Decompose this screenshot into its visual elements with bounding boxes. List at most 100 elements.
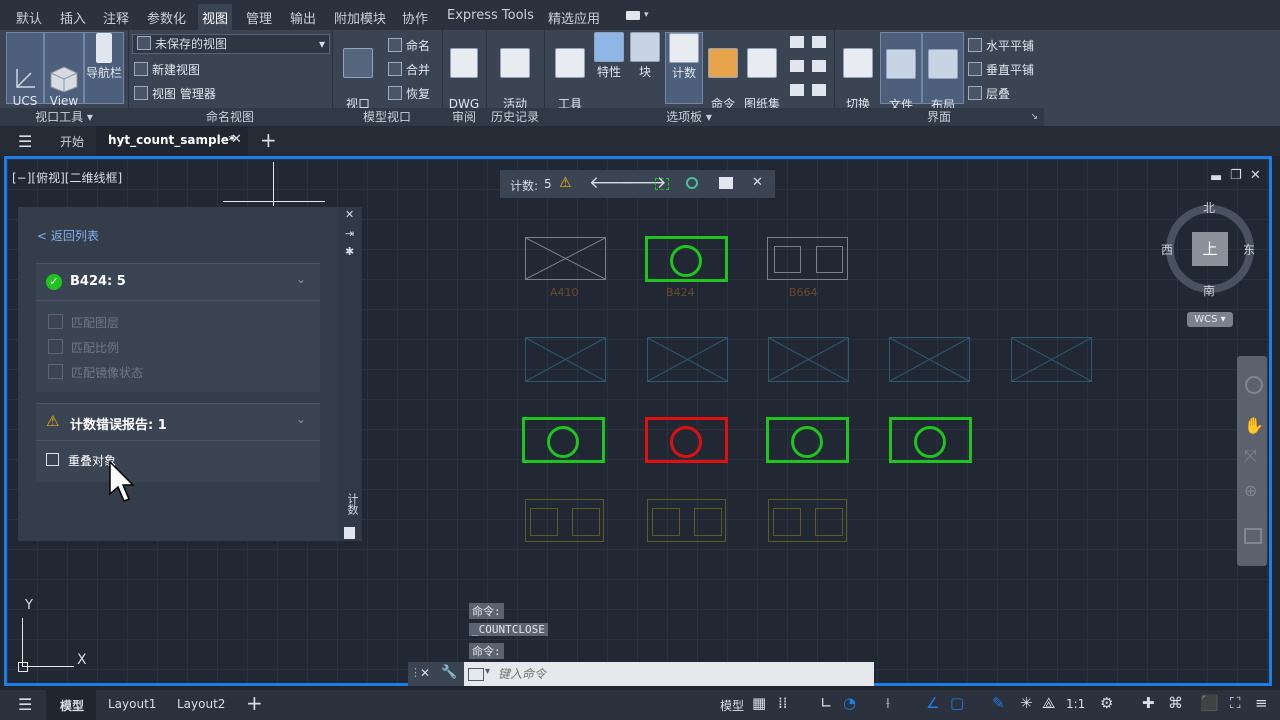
add-tab-icon[interactable]: + — [260, 128, 277, 152]
block-a410-instance[interactable] — [889, 337, 970, 382]
close-icon[interactable]: ✕ — [420, 666, 430, 680]
close-icon[interactable]: ✕ — [1250, 168, 1261, 183]
gear-icon[interactable]: ⚙ — [1100, 694, 1113, 712]
option-match-layer[interactable]: 匹配图层 — [48, 314, 119, 331]
annotation-icon[interactable]: ✎ — [992, 694, 1005, 712]
lineweight-icon[interactable]: ∠ — [926, 694, 939, 712]
fullscreen-icon[interactable]: ⛶ — [1230, 694, 1241, 712]
panel-title-viewport-tools[interactable]: 视口工具 ▾ — [0, 108, 128, 126]
option-match-mirror[interactable]: 匹配镜像状态 — [48, 364, 143, 381]
join-viewport-button[interactable]: 合并 — [388, 61, 430, 78]
properties-button[interactable]: 特性 — [594, 32, 624, 80]
autohide-icon[interactable]: ⇥ — [345, 227, 354, 240]
warning-icon[interactable]: ⚠ — [559, 175, 572, 191]
back-to-list-link[interactable]: < 返回列表 — [37, 227, 99, 244]
block-b424-instance[interactable] — [766, 417, 849, 463]
block-b424-highlighted[interactable] — [645, 236, 728, 282]
tab-layout1[interactable]: Layout1 — [108, 697, 156, 711]
block-a410[interactable] — [525, 237, 606, 280]
properties-icon[interactable]: ✱ — [345, 245, 354, 258]
viewcube-top-face[interactable]: 上 — [1192, 232, 1228, 266]
annotation-visibility-icon[interactable]: ⟁ — [1042, 694, 1055, 712]
zoom-extents-icon[interactable]: ⤧ — [1244, 446, 1257, 466]
block-b664[interactable] — [767, 237, 848, 280]
tab-start[interactable]: 开始 — [60, 133, 84, 150]
add-layout-icon[interactable]: + — [246, 691, 263, 715]
cascade-button[interactable]: 层叠 — [968, 85, 1010, 102]
wcs-dropdown[interactable]: WCS ▾ — [1187, 312, 1233, 327]
tab-active-file[interactable]: hyt_count_sample* ✕ — [96, 126, 248, 156]
tab-default[interactable]: 默认 — [16, 8, 42, 27]
showmotion-icon[interactable] — [1244, 528, 1262, 544]
osnap-track-icon[interactable]: ⟊ — [886, 694, 890, 712]
chevron-down-icon[interactable]: ▾ — [644, 10, 649, 20]
tile-vertical-button[interactable]: 垂直平铺 — [968, 61, 1034, 78]
block-b424-instance[interactable] — [889, 417, 972, 463]
tab-annotate[interactable]: 注释 — [103, 8, 129, 27]
close-icon[interactable]: ✕ — [345, 208, 354, 221]
command-input[interactable] — [496, 664, 870, 684]
checkbox[interactable] — [48, 314, 63, 329]
minimize-icon[interactable]: ▬ — [1210, 170, 1222, 185]
close-icon[interactable]: ✕ — [231, 132, 242, 147]
palette-icon[interactable] — [812, 36, 826, 48]
tab-collaborate[interactable]: 协作 — [402, 8, 428, 27]
tab-parametric[interactable]: 参数化 — [147, 8, 186, 27]
annotation-scale-icon[interactable]: ✳ — [1020, 694, 1033, 712]
palette-icon[interactable] — [790, 84, 804, 96]
plus-icon[interactable]: ✚ — [1142, 694, 1155, 712]
tab-featured-apps[interactable]: 精选应用 — [548, 8, 600, 27]
tab-layout2[interactable]: Layout2 — [177, 697, 225, 711]
restore-viewport-button[interactable]: 恢复 — [388, 85, 430, 102]
name-viewport-button[interactable]: 命名 — [388, 37, 430, 54]
command-prompt-icon[interactable] — [468, 668, 484, 681]
compass-north[interactable]: 北 — [1203, 199, 1215, 216]
hardware-acceleration-icon[interactable]: ⬛ — [1200, 694, 1219, 712]
block-card-header[interactable]: ✓ B424: 5 ⌄ — [36, 264, 320, 301]
error-card-header[interactable]: ⚠ 计数错误报告: 1 ⌄ — [36, 404, 320, 441]
block-a410-instance[interactable] — [525, 337, 606, 382]
palette-icon[interactable] — [790, 36, 804, 48]
restore-icon[interactable]: ❐ — [1230, 168, 1242, 183]
checkbox[interactable] — [48, 364, 63, 379]
annotation-scale-value[interactable]: 1:1 — [1066, 697, 1085, 711]
zoom-selection-icon[interactable] — [655, 178, 669, 190]
tab-manage[interactable]: 管理 — [246, 8, 272, 27]
osnap-icon[interactable]: ▢ — [950, 694, 964, 712]
block-a410-instance[interactable] — [1011, 337, 1092, 382]
palette-icon[interactable] — [812, 84, 826, 96]
model-space-button[interactable]: 模型 — [720, 697, 744, 714]
palette-icon[interactable] — [812, 60, 826, 72]
tile-horizontal-button[interactable]: 水平平铺 — [968, 37, 1034, 54]
block-button[interactable]: 块 — [630, 32, 660, 80]
ribbon-minimize-icon[interactable] — [626, 11, 640, 20]
pan-icon[interactable]: ✋ — [1244, 416, 1264, 435]
panel-title-palettes[interactable]: 选项板 ▾ — [544, 108, 834, 126]
block-b664-instance[interactable] — [647, 499, 726, 542]
block-b424-instance[interactable] — [522, 417, 605, 463]
tab-view[interactable]: 视图 — [198, 4, 233, 31]
viewcube-button[interactable]: View Cube — [44, 32, 84, 124]
isolate-icon[interactable]: ⌘ — [1168, 694, 1183, 712]
orbit-icon[interactable]: ⊕ — [1244, 481, 1257, 500]
grid-icon[interactable]: ▦ — [752, 694, 766, 712]
option-match-scale[interactable]: 匹配比例 — [48, 339, 119, 356]
snap-icon[interactable]: ⁞⁞ — [778, 694, 788, 712]
block-b664-instance[interactable] — [525, 499, 604, 542]
named-view-dropdown[interactable]: 未保存的视图 ▾ — [132, 34, 330, 54]
view-manager-button[interactable]: 视图 管理器 — [134, 85, 216, 102]
error-item-overlapping[interactable]: 重叠对象 — [46, 452, 116, 469]
block-a410-instance[interactable] — [647, 337, 728, 382]
navbar-button[interactable]: 导航栏 — [84, 32, 124, 104]
palette-icon[interactable] — [790, 60, 804, 72]
tab-model[interactable]: 模型 — [46, 690, 96, 720]
tab-addins[interactable]: 附加模块 — [334, 8, 386, 27]
file-tabs-button[interactable]: 文件 选项卡 — [880, 32, 922, 128]
compass-west[interactable]: 西 — [1161, 241, 1173, 258]
new-view-button[interactable]: 新建视图 — [134, 61, 200, 78]
chevron-down-icon[interactable]: ▾ — [485, 666, 490, 677]
steering-wheel-icon[interactable] — [1245, 376, 1263, 394]
close-icon[interactable]: ✕ — [752, 175, 763, 190]
find-icon[interactable] — [686, 177, 698, 189]
checkbox[interactable] — [48, 339, 63, 354]
